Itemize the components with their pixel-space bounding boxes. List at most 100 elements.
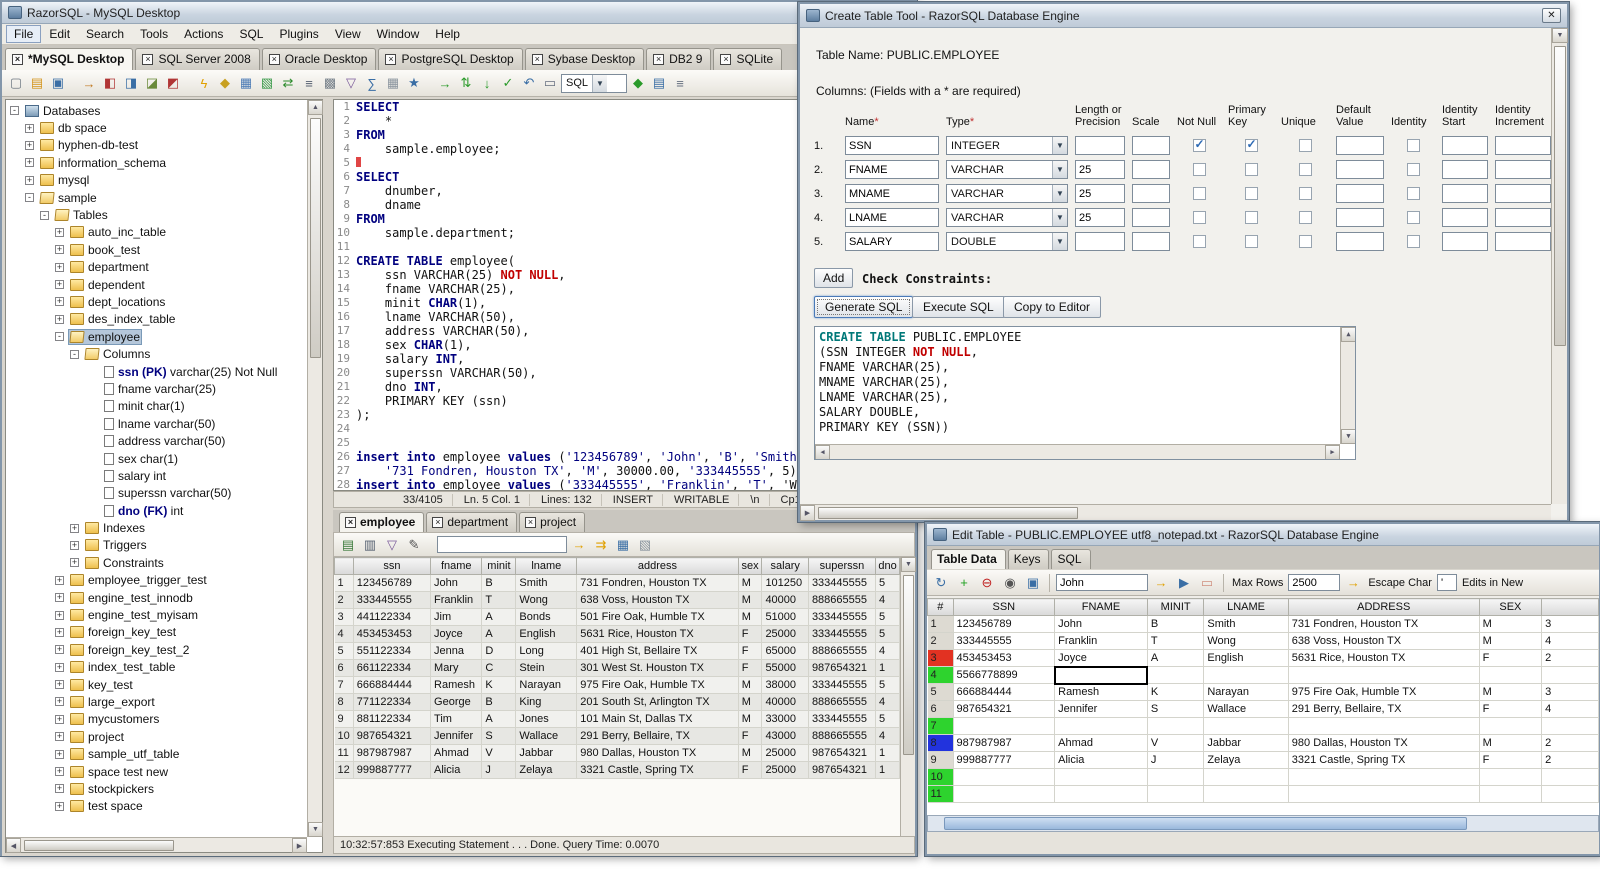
results-row[interactable]: 3 441122334 Jim A Bonds 501 Fire Oak, Humble … [334,608,900,626]
scroll-down-icon[interactable]: ▼ [308,822,323,837]
edit-table-cell[interactable] [1147,666,1205,684]
identity-increment-input[interactable] [1495,184,1551,203]
edit-table-cell[interactable]: 291 Berry, Bellaire, TX [1288,700,1480,718]
scroll-up-icon[interactable]: ▲ [1341,327,1355,342]
results-cell[interactable]: 333445555 [808,625,877,643]
identity-start-input[interactable] [1442,232,1488,251]
escape-char-input[interactable] [1436,574,1457,591]
edit-table-cell[interactable] [1288,717,1480,735]
results-cell[interactable]: Alicia [430,761,483,779]
results-cell[interactable]: Smith [515,574,578,592]
identity-increment-input[interactable] [1495,208,1551,227]
not-null-checkbox[interactable] [1192,137,1206,152]
column-name-input[interactable] [845,232,939,251]
edit-table-cell[interactable]: M [1479,683,1543,701]
tree-node-foreign-key-test-2[interactable]: + foreign_key_test_2 [6,641,307,658]
results-cell[interactable]: C [481,659,517,677]
column-name-input[interactable] [845,160,939,179]
window-vertical-scrollbar[interactable]: ▲ ▼ [1551,28,1568,504]
scrollbar-thumb[interactable] [818,507,1078,519]
refresh-table-icon[interactable]: ↻ [931,573,951,593]
tree-node-indexes[interactable]: + Indexes [6,519,307,536]
tree-node-dept-locations[interactable]: + dept_locations [6,293,307,310]
results-column-salary[interactable]: salary [761,557,809,575]
edit-table-cell[interactable]: 987987987 [953,734,1056,752]
edit-tab-table-data[interactable]: Table Data [931,549,1006,569]
results-cell[interactable]: A [481,608,517,626]
edit-table-cell[interactable]: Jabbar [1203,734,1289,752]
unique-checkbox[interactable] [1298,163,1312,176]
results-cell[interactable]: 101 Main St, Dallas TX [576,710,739,728]
scrollbar-thumb[interactable] [310,118,321,358]
edit-table-cell[interactable]: 4 [1541,700,1599,718]
column-type-select[interactable]: INTEGER ▼ [946,136,1068,155]
results-cell[interactable]: King [515,693,578,711]
edit-table-cell[interactable]: John [1054,615,1148,633]
tree-node-sample[interactable]: - sample [6,189,307,206]
results-tab-employee[interactable]: × employee [339,512,425,532]
scroll-down-icon[interactable]: ▼ [1341,429,1355,444]
edit-table-cell[interactable] [953,785,1056,803]
scroll-up-icon[interactable]: ▲ [308,100,323,115]
results-column-fname[interactable]: fname [430,557,483,575]
results-search-input[interactable] [437,536,567,553]
scroll-left-icon[interactable]: ◀ [815,445,830,459]
sql-box-horizontal-scrollbar[interactable]: ◀ ▶ [815,444,1340,459]
expand-icon[interactable]: + [55,297,64,307]
results-cell[interactable]: 999887777 [353,761,432,779]
chevron-down-icon[interactable]: ▼ [1052,137,1067,154]
results-column-dno[interactable]: dno [875,557,900,575]
edit-table-cell[interactable]: Wong [1203,632,1289,650]
results-cell[interactable]: 5631 Rice, Houston TX [576,625,739,643]
unique-checkbox[interactable] [1298,139,1312,152]
default-value-input[interactable] [1336,160,1384,179]
tree-node-project[interactable]: + project [6,728,307,745]
results-cell[interactable]: Zelaya [515,761,578,779]
tree-node-columns[interactable]: - Columns [6,345,307,362]
edit-table-cell[interactable]: 3 [1541,615,1599,633]
expand-icon[interactable]: + [25,158,34,168]
results-cell[interactable]: 888665555 [808,642,877,660]
expand-icon[interactable]: + [55,784,64,794]
tree-node-test-space[interactable]: + test space [6,798,307,815]
chevron-down-icon[interactable]: ▼ [592,74,608,92]
edit-table-cell[interactable]: T [1147,632,1205,650]
edit-column-lname[interactable]: LNAME [1203,598,1289,616]
edit-table-cell[interactable]: K [1147,683,1205,701]
import-icon[interactable]: → [79,73,99,93]
tree-node-salary-int[interactable]: salary int [6,467,307,484]
edit-tab-sql[interactable]: SQL [1051,549,1091,569]
expand-icon[interactable]: + [25,175,34,185]
print-results-icon[interactable]: ▥ [360,535,380,555]
edit-column-ssn[interactable]: SSN [952,598,1056,616]
tree-node-engine-test-innodb[interactable]: + engine_test_innodb [6,589,307,606]
validate-icon[interactable]: ✓ [498,73,518,93]
length-input[interactable] [1075,136,1125,155]
edit-table-cell[interactable]: 666884444 [953,683,1056,701]
desktop-tab-mysql-desktop[interactable]: × *MySQL Desktop [5,48,134,70]
seek-arrow-icon[interactable]: → [569,535,589,555]
results-cell[interactable]: 551122334 [353,642,432,660]
scrollbar-thumb[interactable] [1554,46,1566,346]
identity-increment-input[interactable] [1495,232,1551,251]
results-column-lname[interactable]: lname [515,557,578,575]
edit-table-cell[interactable]: 638 Voss, Houston TX [1288,632,1480,650]
results-cell[interactable]: Mary [430,659,483,677]
results-row[interactable]: 5 551122334 Jenna D Long 401 High St, Bellair… [334,642,900,660]
expand-icon[interactable]: + [55,314,64,324]
edit-table-cell[interactable]: 987654321 [953,700,1056,718]
desktop-tab-postgresql-desktop[interactable]: × PostgreSQL Desktop [378,48,523,70]
not-null-checkbox[interactable] [1192,187,1206,200]
scale-input[interactable] [1132,232,1170,251]
tree-node-fname-varchar-25[interactable]: fname varchar(25) [6,380,307,397]
results-cell[interactable]: Wong [515,591,578,609]
results-cell[interactable]: 987654321 [808,744,877,762]
results-cell[interactable]: Jabbar [515,744,578,762]
edit-table-cell[interactable]: 975 Fire Oak, Humble TX [1288,683,1480,701]
not-null-checkbox[interactable] [1192,211,1206,224]
results-cell[interactable]: 5 [875,574,900,592]
results-cell[interactable]: George [430,693,483,711]
results-cell[interactable]: Bonds [515,608,578,626]
export-results-icon[interactable]: ▤ [338,535,358,555]
edit-table-row[interactable]: 8 987987987 Ahmad V Jabbar 980 Dallas, Housto… [927,734,1599,752]
